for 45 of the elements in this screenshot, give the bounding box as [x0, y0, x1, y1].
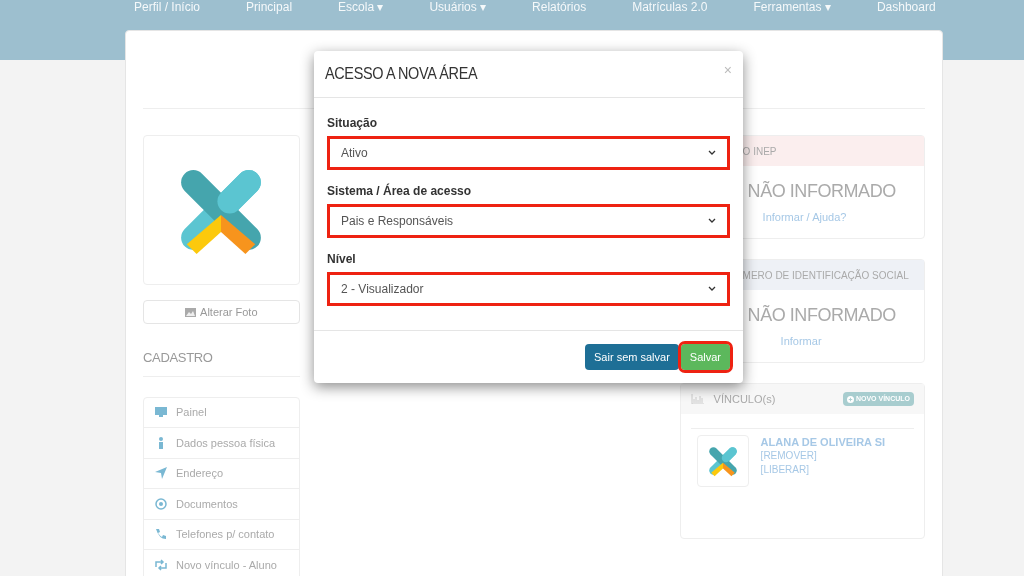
nav-link[interactable]: Ferramentas ▾	[753, 1, 831, 13]
nav-link[interactable]: Matrículas 2.0	[632, 1, 708, 13]
select-field[interactable]: Pais e Responsáveis	[327, 204, 730, 238]
monitor-icon	[154, 405, 168, 420]
chevron-down-icon	[708, 150, 716, 156]
status-text: NÃO INFORMADO	[746, 304, 897, 327]
nav-link[interactable]: Perfil / Início	[134, 1, 201, 13]
plus-circle-icon	[846, 395, 854, 403]
menu-item[interactable]: Telefones p/ contato	[144, 519, 299, 550]
menu-item[interactable]: Painel	[144, 397, 299, 428]
info-link[interactable]: Informar	[780, 333, 822, 350]
nav-link[interactable]: Relatórios	[532, 1, 587, 13]
menu-item[interactable]: Documentos	[144, 489, 299, 520]
status-text: NÃO INFORMADO	[746, 180, 897, 203]
menu-item[interactable]: Novo vínculo - Aluno	[144, 550, 299, 576]
change-photo-button[interactable]: Alterar Foto	[143, 300, 300, 324]
field-label: Sistema / Área de acesso	[327, 182, 473, 200]
exit-button[interactable]: Sair sem salvar	[585, 344, 679, 370]
panel-title: VÍNCULO(s)	[713, 391, 776, 407]
close-button[interactable]: ×	[723, 59, 732, 81]
location-arrow-icon	[154, 466, 168, 481]
select-field[interactable]: 2 - Visualizador	[327, 272, 730, 306]
action-link[interactable]: [REMOVER]	[760, 449, 886, 463]
target-icon	[154, 496, 168, 511]
nav-link[interactable]: Principal	[246, 1, 293, 13]
section-title: CADASTRO	[143, 348, 300, 377]
save-button[interactable]: Salvar	[680, 344, 730, 370]
menu-item[interactable]: Dados pessoa física	[144, 428, 299, 459]
info-link[interactable]: Informar / Ajuda?	[762, 209, 847, 226]
nav-link[interactable]: Dashboard	[876, 1, 936, 13]
field-label: Nível	[327, 251, 357, 268]
repeat-icon	[154, 557, 168, 572]
nav-link[interactable]: Escola ▾	[338, 1, 384, 13]
image-icon	[185, 307, 197, 317]
chevron-down-icon	[708, 218, 716, 224]
select-field[interactable]: Ativo	[327, 136, 730, 170]
person-name: ALANA DE OLIVEIRA SI	[760, 435, 886, 449]
modal-title: ACESSO A NOVA ÁREA	[325, 63, 478, 86]
chevron-down-icon	[708, 286, 716, 292]
phone-icon	[154, 527, 168, 542]
action-link[interactable]: [LIBERAR]	[760, 463, 886, 477]
menu-item[interactable]: Endereço	[144, 458, 299, 489]
nav-link[interactable]: Usuários ▾	[429, 1, 487, 13]
bar-chart-icon	[690, 394, 704, 404]
field-label: Situação	[327, 115, 378, 132]
